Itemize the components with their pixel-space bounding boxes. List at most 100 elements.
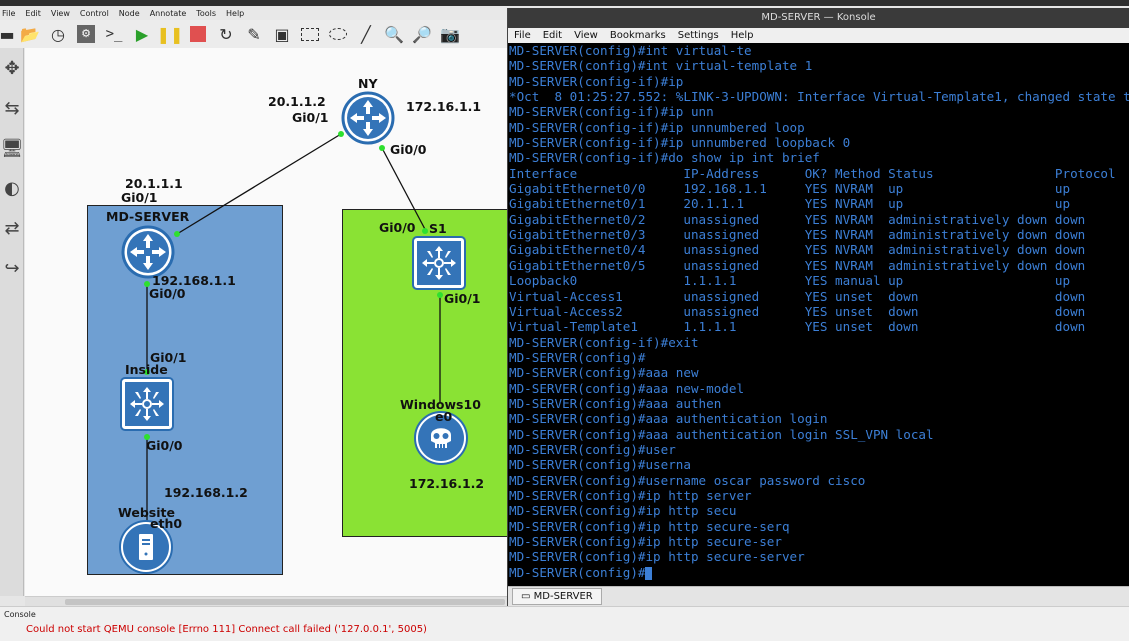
konsole-title: MD-SERVER — Konsole — [508, 8, 1129, 28]
link-ny-md — [176, 133, 342, 235]
terminal-line: Virtual-Template1 1.1.1.1 YES unset down… — [509, 319, 1086, 335]
reload-all-icon[interactable]: ↻ — [214, 22, 238, 46]
terminal-cursor — [645, 566, 653, 580]
terminal-line: MD-SERVER(config)#aaa authentication log… — [509, 426, 934, 442]
menu-node[interactable]: Node — [119, 9, 140, 18]
node-label-md-server: MD-SERVER — [106, 209, 190, 224]
draw-rectangle-icon[interactable] — [298, 22, 322, 46]
konsole-menu-view[interactable]: View — [574, 30, 598, 41]
terminal-line: MD-SERVER(config)#userna — [509, 457, 691, 473]
screenshot-icon[interactable]: 📷 — [438, 22, 462, 46]
terminal-line: MD-SERVER(config)#int virtual-template 1 — [509, 58, 813, 74]
switch-s1-icon[interactable] — [412, 236, 466, 290]
add-note-icon[interactable]: ✎ — [242, 22, 266, 46]
menu-control[interactable]: Control — [80, 9, 109, 18]
insert-image-icon[interactable]: ▣ — [270, 22, 294, 46]
draw-ellipse-icon[interactable] — [326, 22, 350, 46]
port-dot — [422, 228, 428, 234]
terminal-line: MD-SERVER(config)#user — [509, 441, 676, 457]
terminal-line: MD-SERVER(config-if)#ip — [509, 73, 684, 89]
terminal-line: MD-SERVER(config-if)#ip unn — [509, 104, 714, 120]
switches-icon[interactable]: ⇆ — [0, 88, 24, 128]
console-dock-title: Console — [4, 610, 36, 619]
md-gi00-label: Gi0/0 — [149, 286, 186, 301]
terminal-line: GigabitEthernet0/1 20.1.1.1 YES NVRAM up… — [509, 196, 1071, 212]
terminal-line: GigabitEthernet0/2 unassigned YES NVRAM … — [509, 211, 1086, 227]
konsole-menu-file[interactable]: File — [514, 30, 531, 41]
canvas-horizontal-scrollbar[interactable] — [25, 596, 510, 606]
terminal-line: MD-SERVER(config)#username oscar passwor… — [509, 472, 866, 488]
konsole-window: MD-SERVER — Konsole File Edit View Bookm… — [507, 8, 1129, 606]
suspend-all-icon[interactable]: ❚❚ — [157, 22, 184, 46]
terminal-line: MD-SERVER(config)#ip http secure-ser — [509, 534, 782, 549]
open-folder-icon[interactable]: 📂 — [18, 22, 42, 46]
menu-view[interactable]: View — [51, 9, 70, 18]
console-error-message: Could not start QEMU console [Errno 111]… — [26, 624, 427, 635]
security-devices-icon[interactable]: ◐ — [0, 168, 24, 208]
terminal-line: Virtual-Access1 unassigned YES unset dow… — [509, 288, 1086, 304]
win-e0-label: e0 — [435, 409, 453, 424]
konsole-tab-md-server[interactable]: ▭ MD-SERVER — [512, 588, 602, 605]
konsole-menu-help[interactable]: Help — [731, 30, 754, 41]
terminal-line: Loopback0 1.1.1.1 YES manual up up — [509, 273, 1071, 289]
terminal-line: GigabitEthernet0/0 192.168.1.1 YES NVRAM… — [509, 181, 1071, 197]
menu-annotate[interactable]: Annotate — [150, 9, 187, 18]
terminal-line: MD-SERVER(config)#aaa new — [509, 365, 699, 381]
terminal-line: MD-SERVER(config-if)#ip unnumbered loopb… — [509, 135, 851, 151]
inside-gi01-label: Gi0/1 — [150, 350, 187, 365]
s1-gi00-label: Gi0/0 — [379, 220, 416, 235]
console-all-icon[interactable]: >_ — [102, 22, 126, 46]
web-eth0-label: eth0 — [150, 516, 183, 531]
terminal-prompt-line[interactable]: MD-SERVER(config)# — [509, 565, 1129, 580]
konsole-menu-bookmarks[interactable]: Bookmarks — [610, 30, 666, 41]
menu-help[interactable]: Help — [226, 9, 244, 18]
terminal-line: GigabitEthernet0/3 unassigned YES NVRAM … — [509, 227, 1086, 243]
ny-gi00-ip-label: 172.16.1.1 — [406, 99, 482, 114]
all-devices-icon[interactable]: ⇄ — [0, 208, 24, 248]
menu-file[interactable]: File — [2, 9, 15, 18]
topology-canvas[interactable]: NY MD-SERVER S1 Inside Windows10 Website… — [25, 48, 510, 596]
terminal-prompt: MD-SERVER(config)# — [509, 564, 646, 580]
konsole-menu-settings[interactable]: Settings — [678, 30, 719, 41]
stop-all-icon[interactable] — [186, 22, 210, 46]
console-dock: Console Could not start QEMU console [Er… — [0, 606, 1129, 641]
show-interfaces-icon[interactable]: ⚙ — [74, 22, 98, 46]
win-ip-label: 172.16.1.2 — [409, 476, 485, 491]
node-label-s1: S1 — [429, 221, 447, 236]
topology-links — [144, 131, 443, 526]
menu-edit[interactable]: Edit — [25, 9, 41, 18]
terminal-line: MD-SERVER(config)#aaa authen — [509, 395, 722, 411]
end-devices-icon[interactable]: 🖥 — [0, 128, 24, 168]
md-gi01-ip-label: 20.1.1.1 — [125, 176, 183, 191]
switch-inside-icon[interactable] — [120, 377, 174, 431]
zoom-out-icon[interactable]: 🔎 — [410, 22, 434, 46]
routers-icon[interactable]: ✥ — [0, 48, 24, 88]
terminal-output[interactable]: MD-SERVER(config)#int virtual-te MD-SERVE… — [508, 43, 1129, 586]
terminal-line: MD-SERVER(config)#ip http secu — [509, 503, 737, 519]
konsole-tab-label: MD-SERVER — [533, 591, 593, 602]
zoom-in-icon[interactable]: 🔍 — [382, 22, 406, 46]
inside-gi00-label: Gi0/0 — [146, 438, 183, 453]
konsole-tab-bar: ▭ MD-SERVER — [508, 586, 1129, 606]
draw-line-icon[interactable]: ╱ — [354, 22, 378, 46]
terminal-line: MD-SERVER(config)#aaa new-model — [509, 380, 745, 396]
add-link-icon[interactable]: ↪ — [0, 248, 24, 288]
scrollbar-thumb[interactable] — [65, 599, 505, 605]
konsole-menu-edit[interactable]: Edit — [543, 30, 562, 41]
md-gi01-label: Gi0/1 — [121, 190, 158, 205]
router-ny-icon[interactable] — [341, 91, 395, 145]
new-project-icon[interactable]: ▬ — [0, 22, 15, 46]
router-md-server-icon[interactable] — [121, 225, 175, 279]
terminal-line: MD-SERVER(config-if)#exit — [509, 334, 699, 350]
terminal-line: MD-SERVER(config)#ip http secure-serq — [509, 518, 790, 534]
menu-tools[interactable]: Tools — [196, 9, 216, 18]
s1-gi01-label: Gi0/1 — [444, 291, 481, 306]
device-sidebar: ✥ ⇆ 🖥 ◐ ⇄ ↪ — [0, 48, 24, 596]
snapshot-clock-icon[interactable]: ◷ — [46, 22, 70, 46]
web-ip-label: 192.168.1.2 — [164, 485, 248, 500]
terminal-line: MD-SERVER(config)#ip http secure-server — [509, 549, 805, 565]
start-all-icon[interactable]: ▶ — [130, 22, 154, 46]
terminal-line: GigabitEthernet0/5 unassigned YES NVRAM … — [509, 257, 1086, 273]
terminal-line: MD-SERVER(config)#int virtual-te — [509, 43, 752, 58]
terminal-line: MD-SERVER(config-if)#ip unnumbered loop — [509, 119, 805, 135]
